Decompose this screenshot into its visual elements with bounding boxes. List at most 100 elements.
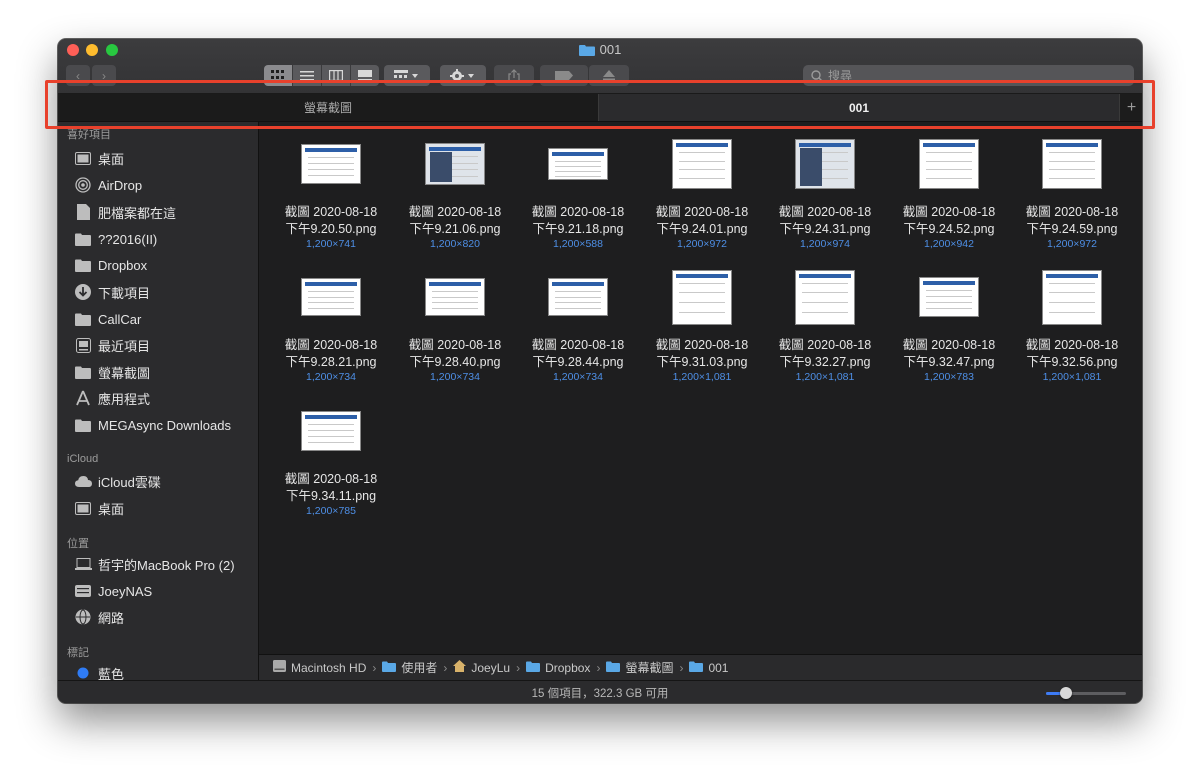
tab-001[interactable]: 001 [599,94,1119,121]
sidebar-item-megasync[interactable]: MEGAsync Downloads [74,414,231,436]
sidebar-item-2016[interactable]: ??2016(II) [74,228,157,250]
path-segment[interactable]: Macintosh HD [273,660,366,675]
forward-button[interactable]: › [92,65,116,86]
icon-view-button[interactable] [264,65,293,86]
search-field[interactable]: 搜尋 [803,65,1134,86]
sidebar-item-screenshots[interactable]: 螢幕截圖 [74,361,150,383]
file-name-line1: 截圖 2020-08-18 [284,338,378,352]
eject-icon [603,70,615,81]
file-item[interactable]: 截圖 2020-08-18 下午9.24.59.png 1,200×972 [1017,132,1127,250]
file-name: 截圖 2020-08-18 下午9.32.47.png [894,337,1004,371]
thumbnail-line [555,307,601,309]
file-name-line1: 截圖 2020-08-18 [408,338,502,352]
path-segment[interactable]: 螢幕截圖 [606,659,673,676]
file-item[interactable]: 截圖 2020-08-18 下午9.24.31.png 1,200×974 [770,132,880,250]
sidebar-item-network[interactable]: 網路 [74,606,124,628]
thumbnail-line [1049,152,1095,153]
thumbnail-line [1049,302,1095,303]
thumbnail-line [679,169,725,170]
sidebar-item-label: 網路 [98,610,125,626]
file-name-line2: 下午9.32.47.png [903,355,995,369]
sidebar-item-downloads[interactable]: 下載項目 [74,281,150,303]
path-segment[interactable]: 001 [689,661,728,675]
slider-knob[interactable] [1060,687,1072,699]
file-item[interactable]: 截圖 2020-08-18 下午9.21.06.png 1,200×820 [400,132,510,250]
file-item[interactable]: 截圖 2020-08-18 下午9.32.56.png 1,200×1,081 [1017,265,1127,383]
thumbnail-header [676,143,728,147]
file-thumbnail-wrap [1017,265,1127,329]
file-name: 截圖 2020-08-18 下午9.28.21.png [276,337,386,371]
thumbnail-line [1049,177,1095,179]
thumbnail-line [555,171,601,172]
sidebar: 喜好項目 桌面 AirDrop 肥檔案都在這 ??2016(II) Dropbo… [58,122,259,680]
window-title: 001 [58,42,1142,59]
sidebar-item-applications[interactable]: 應用程式 [74,387,150,409]
file-item[interactable]: 截圖 2020-08-18 下午9.34.11.png 1,200×785 [276,399,386,517]
file-item[interactable]: 截圖 2020-08-18 下午9.28.21.png 1,200×734 [276,265,386,383]
sidebar-item-airdrop[interactable]: AirDrop [74,174,142,196]
tags-button[interactable] [540,65,588,86]
thumbnail-line [926,160,972,162]
thumbnail-line [802,302,848,303]
file-name-line2: 下午9.24.31.png [779,222,871,236]
file-name-line2: 下午9.32.56.png [1026,355,1118,369]
sidebar-item-icloud-drive[interactable]: iCloud雲碟 [74,470,161,492]
status-bar: 15 個項目，322.3 GB 可用 [58,680,1142,703]
file-item[interactable]: 截圖 2020-08-18 下午9.32.47.png 1,200×783 [894,265,1004,383]
thumbnail-line [308,169,354,170]
file-name-line1: 截圖 2020-08-18 [408,205,502,219]
home-icon [453,660,467,675]
tab-screenshots[interactable]: 螢幕截圖 [58,94,599,121]
new-tab-button[interactable]: + [1119,94,1142,121]
sidebar-item-dropbox[interactable]: Dropbox [74,254,147,276]
eject-button[interactable] [589,65,629,86]
share-button[interactable] [494,65,534,86]
thumbnail-header [552,152,604,156]
thumbnail-line [1049,292,1095,294]
file-name-line1: 截圖 2020-08-18 [531,338,625,352]
file-item[interactable]: 截圖 2020-08-18 下午9.32.27.png 1,200×1,081 [770,265,880,383]
sidebar-item-icloud-desktop[interactable]: 桌面 [74,497,124,519]
path-separator-icon: › [596,660,601,675]
file-item[interactable]: 截圖 2020-08-18 下午9.20.50.png 1,200×741 [276,132,386,250]
path-segment[interactable]: 使用者 [382,659,437,676]
sidebar-item-documents[interactable]: 肥檔案都在這 [74,201,176,223]
file-thumbnail-wrap [1017,132,1127,196]
thumbnail-header [1046,273,1098,278]
sidebar-item-callcar[interactable]: CallCar [74,308,141,330]
applications-icon [74,390,92,406]
file-item[interactable]: 截圖 2020-08-18 下午9.21.18.png 1,200×588 [523,132,633,250]
file-item[interactable]: 截圖 2020-08-18 下午9.24.01.png 1,200×972 [647,132,757,250]
sidebar-item-desktop[interactable]: 桌面 [74,147,124,169]
thumbnail-line [555,161,601,162]
thumbnail-header [305,148,357,152]
action-button[interactable] [440,65,486,86]
file-grid: 截圖 2020-08-18 下午9.20.50.png 1,200×741 截圖 20… [259,122,1142,654]
file-name: 截圖 2020-08-18 下午9.20.50.png [276,204,386,238]
sidebar-item-macbook[interactable]: 哲宇的MacBook Pro (2) [74,553,235,575]
file-item[interactable]: 截圖 2020-08-18 下午9.28.40.png 1,200×734 [400,265,510,383]
path-segment[interactable]: Dropbox [526,661,590,675]
file-dimensions: 1,200×741 [306,238,356,250]
sidebar-item-joeynas[interactable]: JoeyNAS [74,580,152,602]
back-button[interactable]: ‹ [66,65,90,86]
thumbnail-line [308,157,354,158]
column-view-button[interactable] [322,65,351,86]
file-item[interactable]: 截圖 2020-08-18 下午9.24.52.png 1,200×942 [894,132,1004,250]
file-dimensions: 1,200×1,081 [1042,371,1102,383]
group-by-button[interactable] [384,65,430,86]
file-item[interactable]: 截圖 2020-08-18 下午9.28.44.png 1,200×734 [523,265,633,383]
file-thumbnail-wrap [276,132,386,196]
file-name: 截圖 2020-08-18 下午9.32.56.png [1017,337,1127,371]
file-name-line2: 下午9.31.03.png [656,355,748,369]
folder-icon [74,417,92,433]
sidebar-item-blue-tag[interactable]: 藍色 [74,662,124,680]
gallery-view-button[interactable] [351,65,379,86]
search-icon [811,69,823,82]
icon-size-slider[interactable] [1046,687,1126,699]
path-segment[interactable]: JoeyLu [453,660,510,675]
sidebar-item-recents[interactable]: 最近項目 [74,334,150,356]
file-item[interactable]: 截圖 2020-08-18 下午9.31.03.png 1,200×1,081 [647,265,757,383]
thumbnail-line [679,177,725,179]
list-view-button[interactable] [293,65,322,86]
